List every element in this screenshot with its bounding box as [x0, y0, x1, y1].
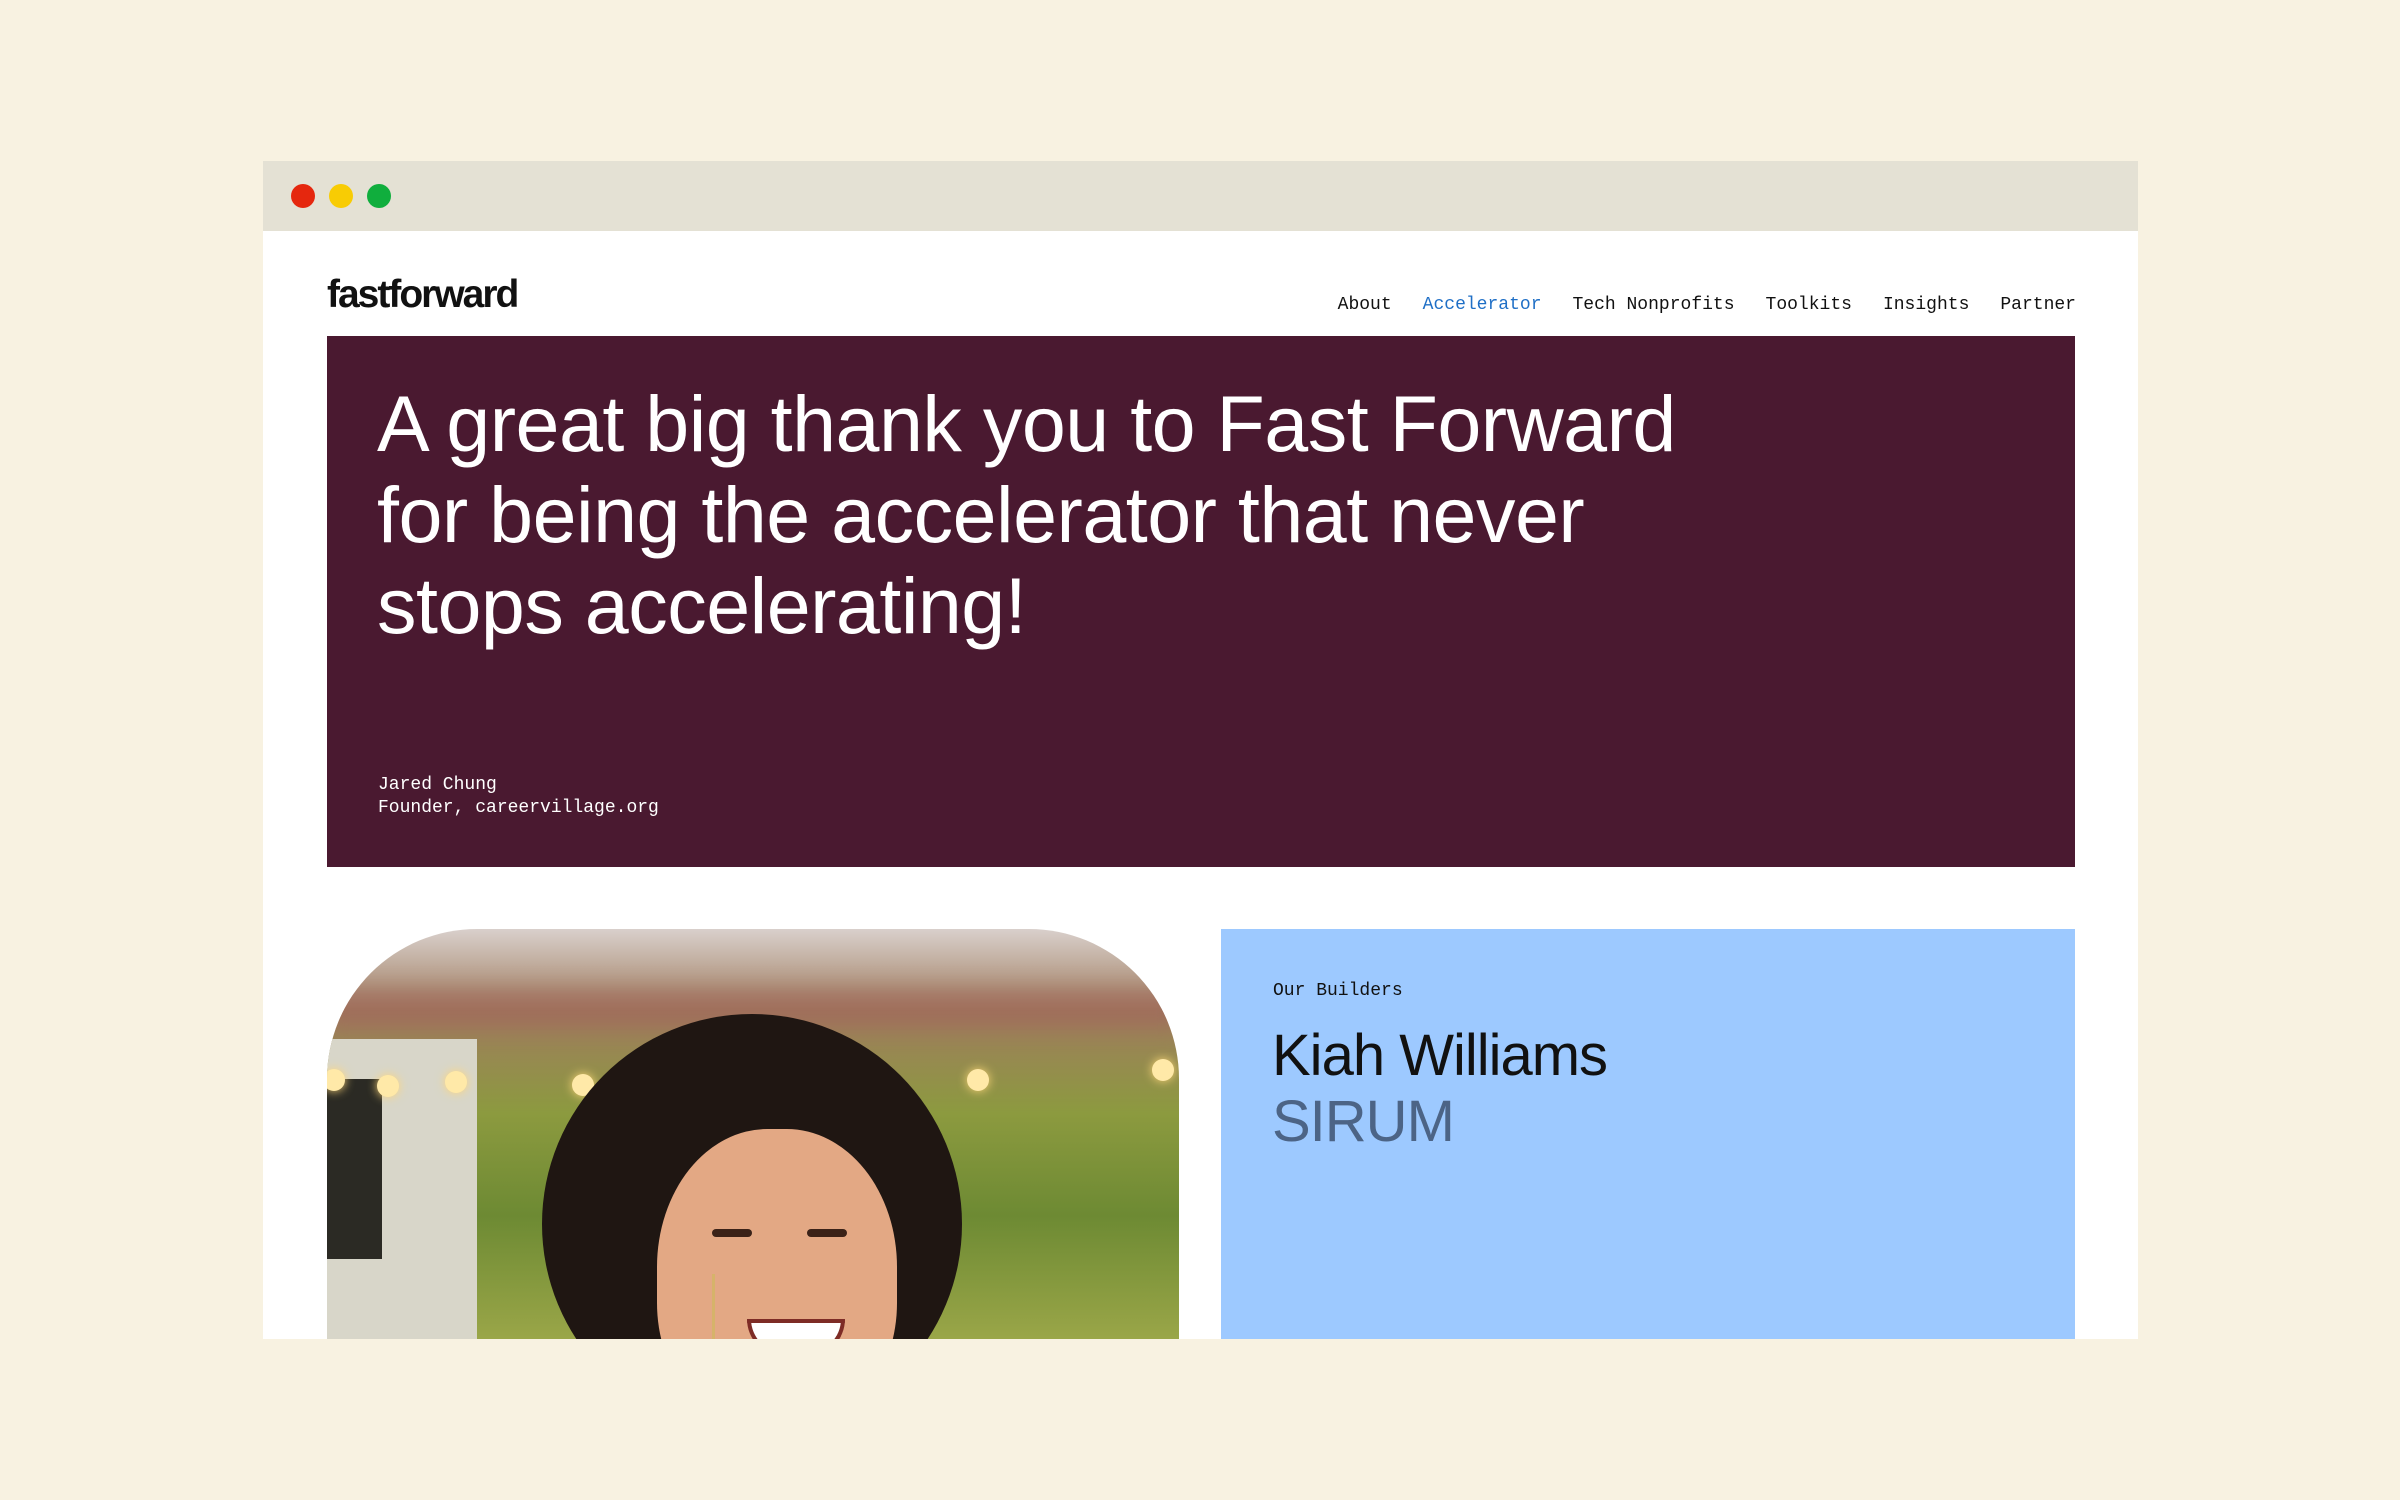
nav-item-partner[interactable]: Partner: [2000, 295, 2076, 315]
browser-window: fastforward About Accelerator Tech Nonpr…: [263, 161, 2138, 1339]
testimonial-attribution: Jared Chung Founder, careervillage.org: [378, 774, 659, 820]
builder-card[interactable]: Our Builders Kiah Williams SIRUM: [1221, 929, 2075, 1339]
nav-item-about[interactable]: About: [1338, 295, 1392, 315]
string-light: [967, 1069, 989, 1091]
builder-photo: [327, 929, 1179, 1339]
nav-item-tech-nonprofits[interactable]: Tech Nonprofits: [1573, 295, 1735, 315]
string-light: [445, 1071, 467, 1093]
photo-window: [327, 1079, 382, 1259]
author-title: Founder, careervillage.org: [378, 798, 659, 818]
photo-earring: [712, 1274, 723, 1339]
site-logo[interactable]: fastforward: [327, 275, 519, 314]
testimonial-hero: A great big thank you to Fast Forward fo…: [327, 336, 2075, 867]
nav-item-toolkits[interactable]: Toolkits: [1766, 295, 1852, 315]
builder-name: Kiah Williams: [1272, 1023, 1608, 1088]
maximize-dot-icon[interactable]: [367, 184, 391, 208]
testimonial-quote: A great big thank you to Fast Forward fo…: [377, 379, 1676, 650]
builder-eyebrow: Our Builders: [1273, 981, 1403, 1001]
nav-item-accelerator[interactable]: Accelerator: [1423, 295, 1542, 315]
string-light: [377, 1075, 399, 1097]
photo-eye: [807, 1229, 847, 1237]
window-titlebar: [263, 161, 2138, 231]
author-name: Jared Chung: [378, 775, 497, 795]
close-dot-icon[interactable]: [291, 184, 315, 208]
string-light: [1152, 1059, 1174, 1081]
minimize-dot-icon[interactable]: [329, 184, 353, 208]
photo-eye: [712, 1229, 752, 1237]
photo-smile: [747, 1319, 845, 1339]
builder-organization: SIRUM: [1272, 1089, 1455, 1154]
nav-item-insights[interactable]: Insights: [1883, 295, 1969, 315]
main-nav: About Accelerator Tech Nonprofits Toolki…: [1338, 295, 2076, 315]
